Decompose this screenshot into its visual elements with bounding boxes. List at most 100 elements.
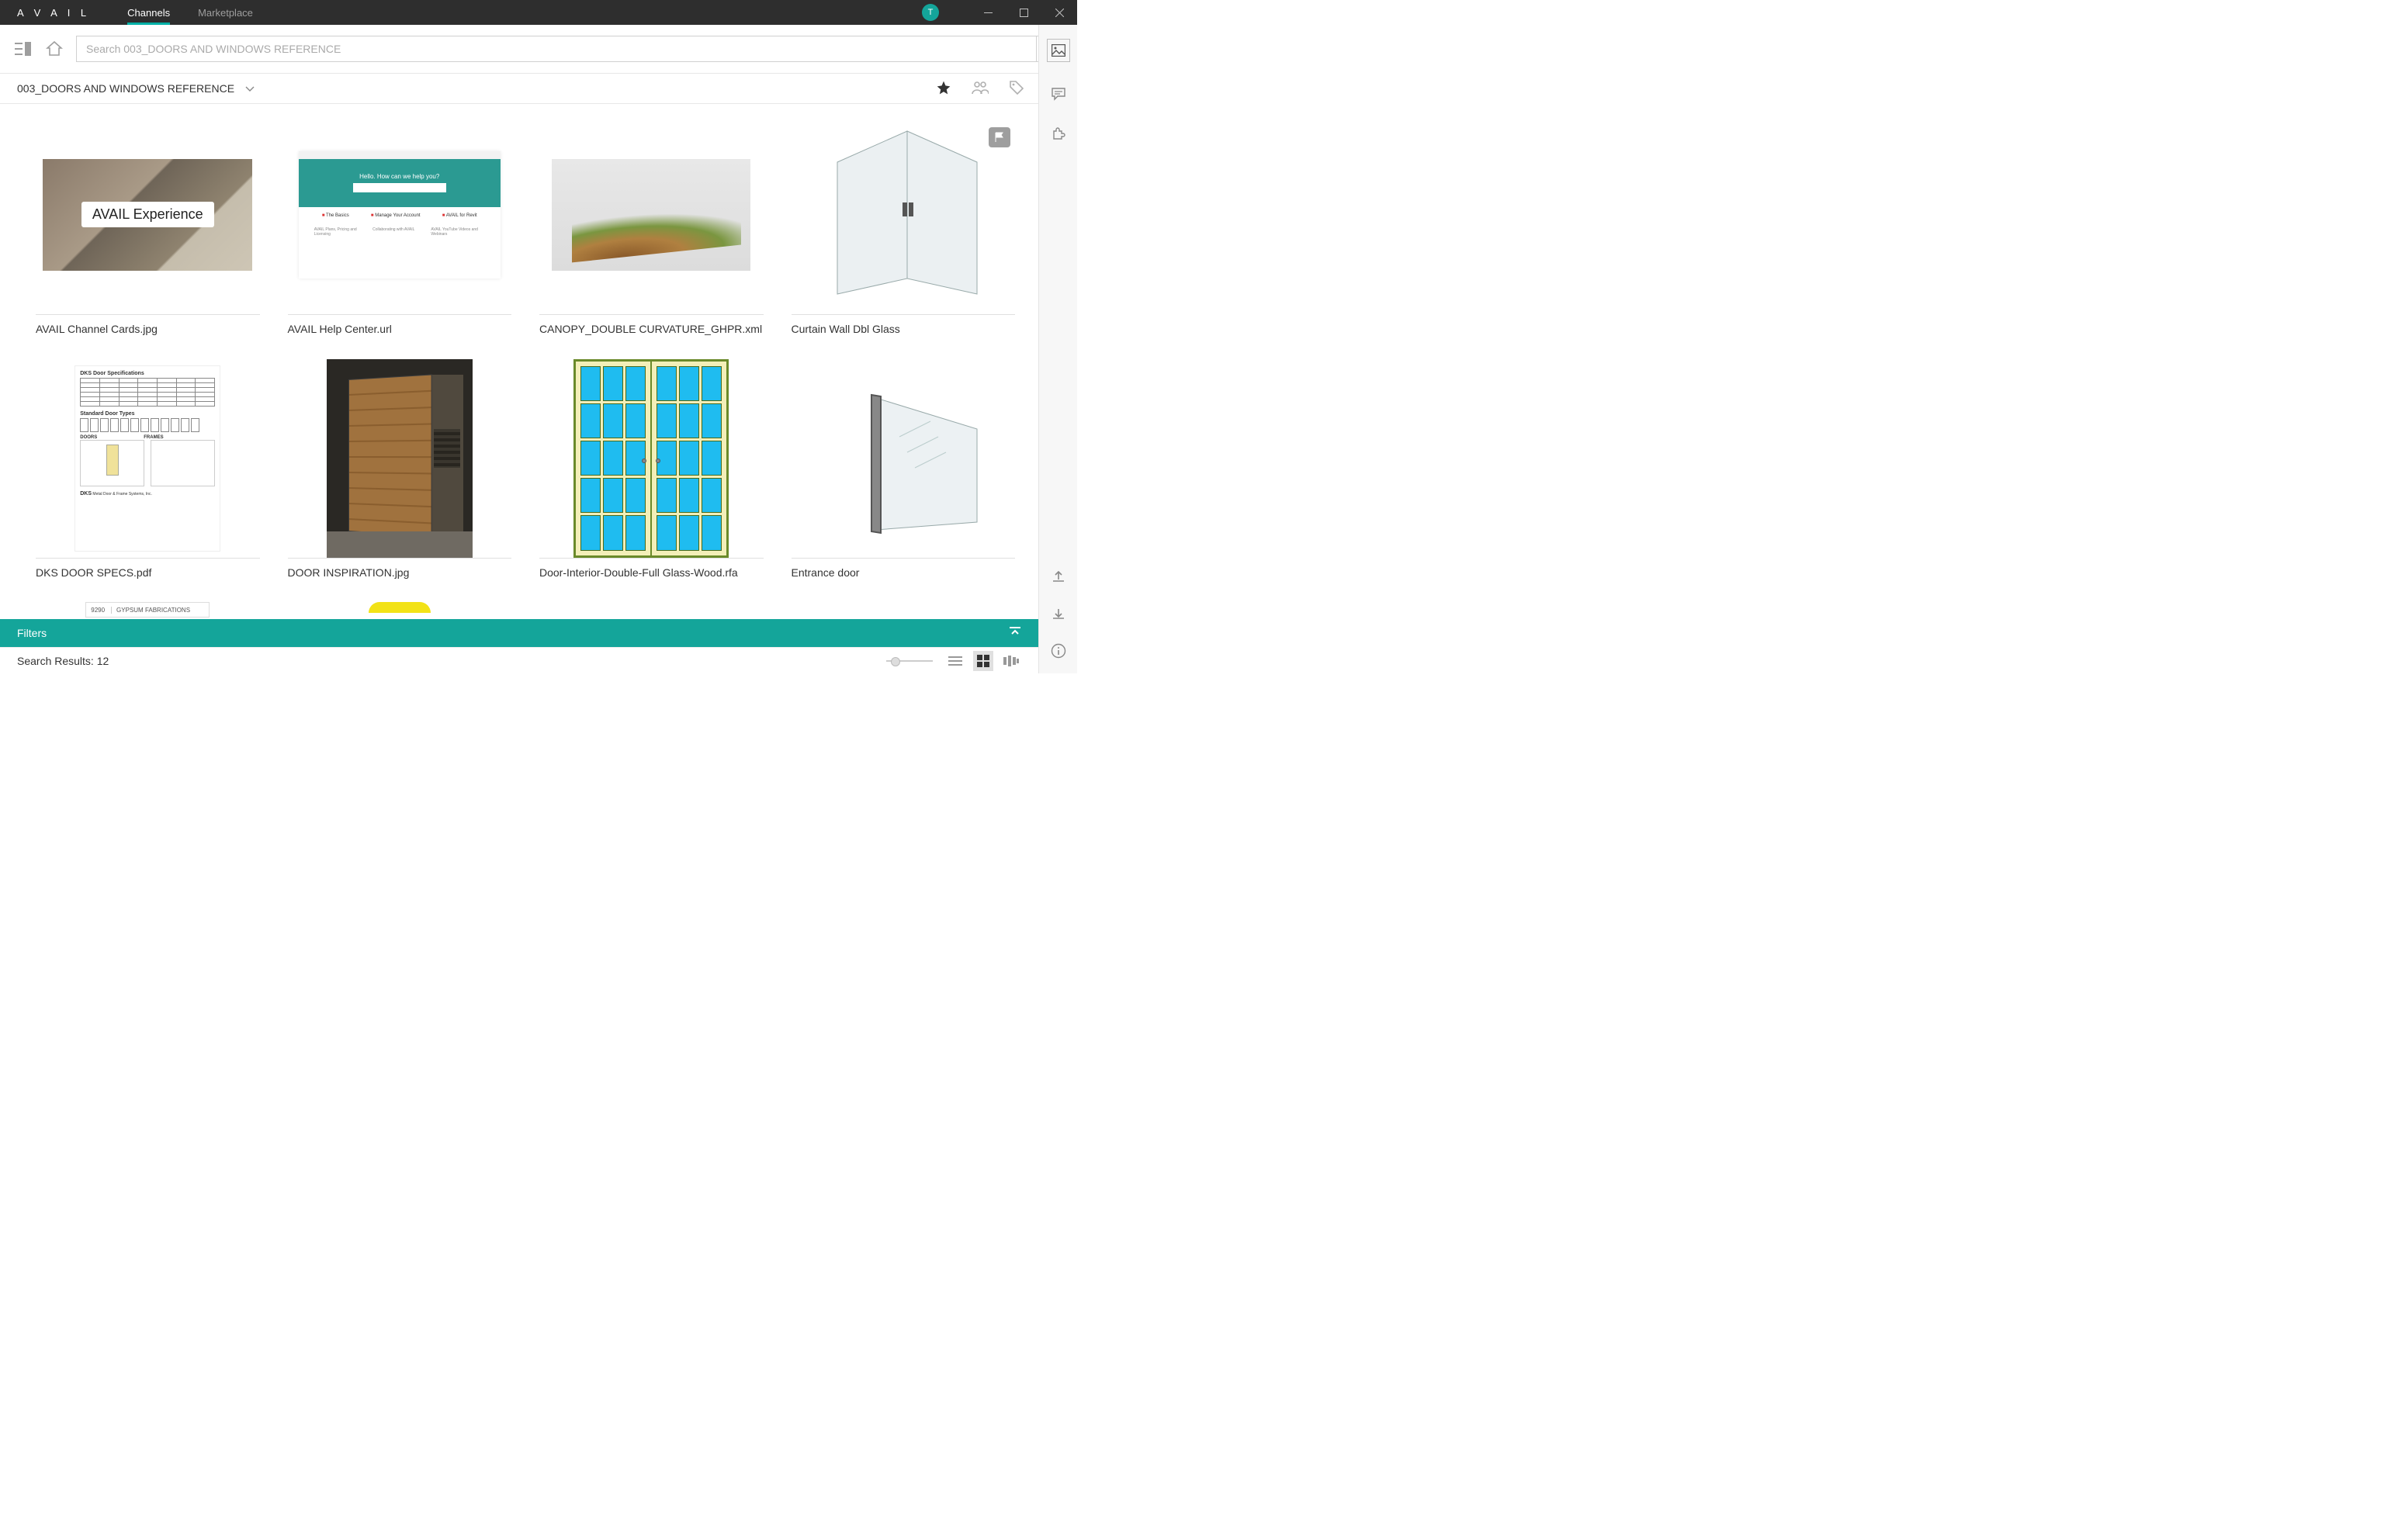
card-title: AVAIL Channel Cards.jpg [36,315,260,335]
comments-button[interactable] [1050,85,1067,102]
content-card[interactable]: 9290 GYPSUM FABRICATIONS [36,602,260,618]
tag-icon [1009,80,1024,95]
image-icon [1052,44,1065,57]
user-avatar[interactable]: T [922,4,939,21]
card-thumbnail [539,358,764,559]
card-title: DOOR INSPIRATION.jpg [288,559,512,579]
tab-channels[interactable]: Channels [113,0,184,25]
card-title: Curtain Wall Dbl Glass [792,315,1016,335]
favorite-button[interactable] [936,80,951,98]
content-area: AVAIL Experience AVAIL Channel Cards.jpg… [0,104,1038,619]
status-bar: Search Results: 12 [0,647,1038,673]
thumb-link: AVAIL for Revit [442,213,477,218]
breadcrumb-bar: 003_DOORS AND WINDOWS REFERENCE [0,73,1077,104]
breadcrumb-dropdown[interactable] [245,82,255,95]
card-thumbnail [288,358,512,559]
info-icon [1051,643,1066,659]
people-icon [972,81,989,95]
maximize-icon [1020,9,1028,17]
card-title: AVAIL Help Center.url [288,315,512,335]
thumb-search-mock [353,183,446,192]
card-thumbnail [539,115,764,315]
content-card[interactable] [288,602,512,618]
results-count: 12 [97,655,109,667]
thumb-link: The Basics [322,213,349,218]
star-icon [936,80,951,95]
view-grid-button[interactable] [973,651,993,671]
grid-icon [977,655,989,667]
content-card[interactable]: Entrance door [792,358,1016,579]
columns-icon [1003,656,1019,666]
search-wrap [76,36,1063,62]
view-list-button[interactable] [945,651,965,671]
thumb-hero-text: Hello. How can we help you? [359,173,439,180]
card-thumbnail [288,602,512,618]
preview-pane-button[interactable] [1047,39,1070,62]
thumb-sublink: AVAIL Plans, Pricing and Licensing [314,227,368,237]
share-button[interactable] [972,81,989,97]
panel-toggle-button[interactable] [14,40,33,58]
content-grid: AVAIL Experience AVAIL Channel Cards.jpg… [36,115,1015,618]
results-label: Search Results: [17,655,94,667]
content-card[interactable]: Hello. How can we help you? The Basics M… [288,115,512,335]
list-icon [948,656,962,666]
titlebar: A V A I L Channels Marketplace T [0,0,1077,25]
nav-tabs: Channels Marketplace [113,0,267,25]
search-input[interactable] [76,36,1037,62]
thumb-link: Manage Your Account [371,213,421,218]
window-minimize-button[interactable] [970,0,1006,25]
upload-icon [1052,569,1065,583]
thumb-brand: DKS [80,491,92,497]
content-card[interactable]: Curtain Wall Dbl Glass [792,115,1016,335]
card-title: Door-Interior-Double-Full Glass-Wood.rfa [539,559,764,579]
card-thumbnail: AVAIL Experience [36,115,260,315]
card-thumbnail [792,358,1016,559]
app-logo: A V A I L [0,7,113,19]
card-thumbnail: 9290 GYPSUM FABRICATIONS [36,602,260,618]
comment-icon [1051,87,1066,101]
content-card[interactable]: DOOR INSPIRATION.jpg [288,358,512,579]
content-card[interactable]: CANOPY_DOUBLE CURVATURE_GHPR.xml [539,115,764,335]
extensions-button[interactable] [1050,126,1067,143]
right-sidebar [1038,25,1077,673]
close-icon [1055,9,1064,17]
thumb-sublink: Collaborating with AVAIL [372,227,426,237]
chevron-down-icon [245,86,255,92]
card-thumbnail [792,115,1016,315]
thumb-text: GYPSUM FABRICATIONS [111,607,190,614]
puzzle-icon [1051,126,1066,142]
thumb-doc-subtitle: Standard Door Types [80,411,215,417]
minimize-icon [984,9,993,17]
card-thumbnail: DKS Door Specifications Standard Door Ty… [36,358,260,559]
filters-label: Filters [17,627,47,639]
content-card[interactable]: DKS Door Specifications Standard Door Ty… [36,358,260,579]
window-close-button[interactable] [1041,0,1077,25]
card-thumbnail: Hello. How can we help you? The Basics M… [288,115,512,315]
home-button[interactable] [45,40,64,58]
home-icon [46,41,63,57]
tab-marketplace[interactable]: Marketplace [184,0,267,25]
download-button[interactable] [1050,605,1067,622]
card-title: DKS DOOR SPECS.pdf [36,559,260,579]
flag-icon [994,132,1005,143]
upload-button[interactable] [1050,568,1067,585]
content-card[interactable]: AVAIL Experience AVAIL Channel Cards.jpg [36,115,260,335]
info-button[interactable] [1050,642,1067,659]
thumb-number: 9290 [91,607,105,614]
download-icon [1052,607,1065,621]
thumbnail-size-slider[interactable] [886,660,933,662]
thumb-label: AVAIL Experience [81,202,214,227]
panel-icon [15,42,32,56]
toolbar [0,25,1077,73]
card-title: Entrance door [792,559,1016,579]
tag-button[interactable] [1009,80,1024,98]
card-title: CANOPY_DOUBLE CURVATURE_GHPR.xml [539,315,764,335]
breadcrumb-title[interactable]: 003_DOORS AND WINDOWS REFERENCE [17,82,234,95]
filters-bar[interactable]: Filters [0,619,1038,647]
filters-toggle-icon[interactable] [1009,626,1021,641]
content-card[interactable]: Door-Interior-Double-Full Glass-Wood.rfa [539,358,764,579]
thumb-doc-title: DKS Door Specifications [80,371,215,376]
view-columns-button[interactable] [1001,651,1021,671]
window-maximize-button[interactable] [1006,0,1041,25]
flag-badge[interactable] [989,127,1010,147]
